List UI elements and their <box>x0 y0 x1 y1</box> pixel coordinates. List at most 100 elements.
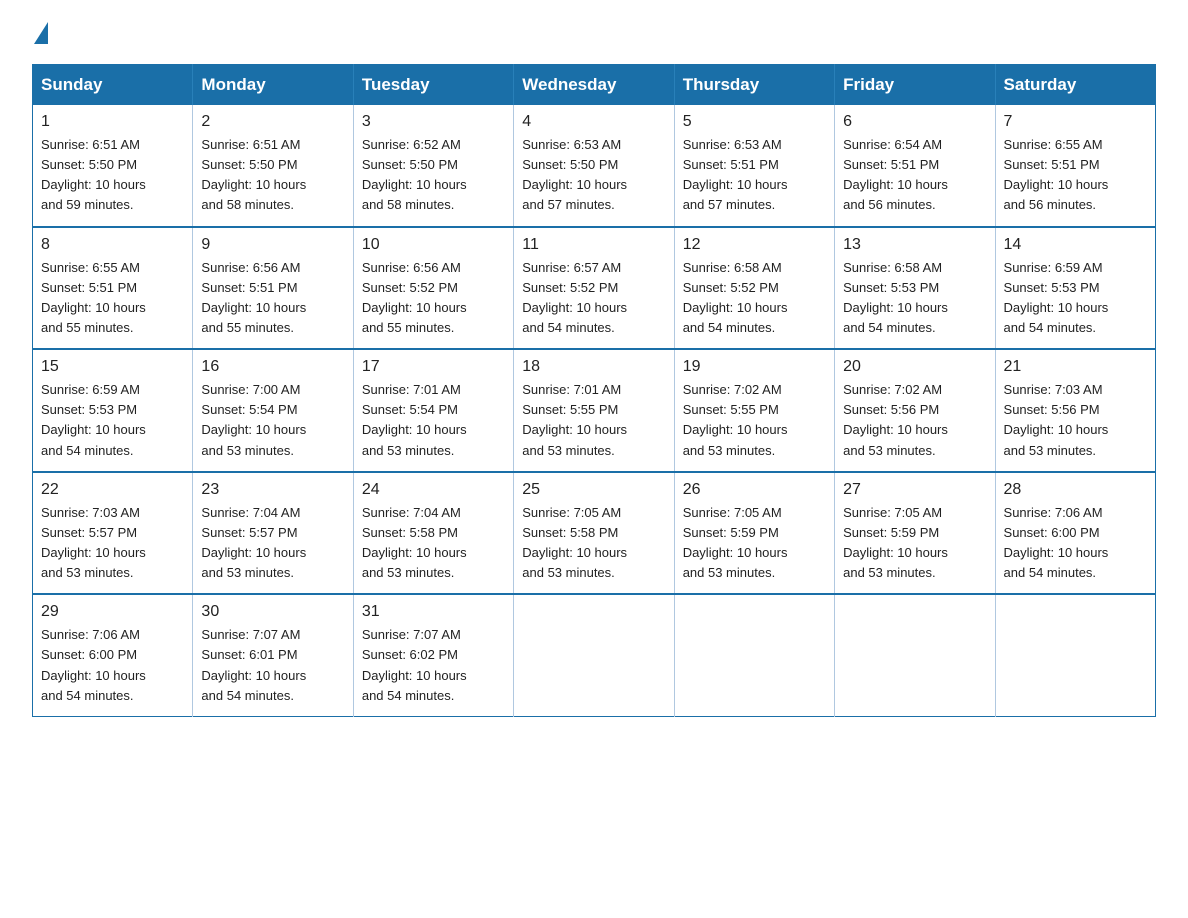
col-header-monday: Monday <box>193 65 353 106</box>
day-number: 23 <box>201 481 344 499</box>
day-info: Sunrise: 6:59 AMSunset: 5:53 PMDaylight:… <box>41 382 146 457</box>
logo-triangle-icon <box>34 22 48 44</box>
calendar-day-cell: 28 Sunrise: 7:06 AMSunset: 6:00 PMDaylig… <box>995 472 1155 595</box>
calendar-day-cell: 12 Sunrise: 6:58 AMSunset: 5:52 PMDaylig… <box>674 227 834 350</box>
day-number: 8 <box>41 236 184 254</box>
calendar-day-cell: 18 Sunrise: 7:01 AMSunset: 5:55 PMDaylig… <box>514 349 674 472</box>
col-header-thursday: Thursday <box>674 65 834 106</box>
calendar-week-row: 1 Sunrise: 6:51 AMSunset: 5:50 PMDayligh… <box>33 105 1156 227</box>
calendar-day-cell: 9 Sunrise: 6:56 AMSunset: 5:51 PMDayligh… <box>193 227 353 350</box>
day-info: Sunrise: 7:01 AMSunset: 5:55 PMDaylight:… <box>522 382 627 457</box>
day-info: Sunrise: 7:04 AMSunset: 5:58 PMDaylight:… <box>362 505 467 580</box>
calendar-day-cell: 1 Sunrise: 6:51 AMSunset: 5:50 PMDayligh… <box>33 105 193 227</box>
calendar-day-cell: 17 Sunrise: 7:01 AMSunset: 5:54 PMDaylig… <box>353 349 513 472</box>
day-info: Sunrise: 6:56 AMSunset: 5:51 PMDaylight:… <box>201 260 306 335</box>
calendar-day-cell: 8 Sunrise: 6:55 AMSunset: 5:51 PMDayligh… <box>33 227 193 350</box>
day-info: Sunrise: 6:57 AMSunset: 5:52 PMDaylight:… <box>522 260 627 335</box>
calendar-day-cell: 3 Sunrise: 6:52 AMSunset: 5:50 PMDayligh… <box>353 105 513 227</box>
day-number: 17 <box>362 358 505 376</box>
day-number: 6 <box>843 113 986 131</box>
calendar-week-row: 22 Sunrise: 7:03 AMSunset: 5:57 PMDaylig… <box>33 472 1156 595</box>
day-number: 22 <box>41 481 184 499</box>
calendar-day-cell: 25 Sunrise: 7:05 AMSunset: 5:58 PMDaylig… <box>514 472 674 595</box>
calendar-day-cell: 24 Sunrise: 7:04 AMSunset: 5:58 PMDaylig… <box>353 472 513 595</box>
calendar-day-cell: 13 Sunrise: 6:58 AMSunset: 5:53 PMDaylig… <box>835 227 995 350</box>
page-header <box>32 24 1156 46</box>
day-number: 11 <box>522 236 665 254</box>
day-number: 18 <box>522 358 665 376</box>
calendar-day-cell: 29 Sunrise: 7:06 AMSunset: 6:00 PMDaylig… <box>33 594 193 716</box>
calendar-day-cell: 23 Sunrise: 7:04 AMSunset: 5:57 PMDaylig… <box>193 472 353 595</box>
calendar-day-cell: 2 Sunrise: 6:51 AMSunset: 5:50 PMDayligh… <box>193 105 353 227</box>
day-number: 26 <box>683 481 826 499</box>
day-number: 28 <box>1004 481 1147 499</box>
day-number: 14 <box>1004 236 1147 254</box>
day-number: 27 <box>843 481 986 499</box>
day-info: Sunrise: 7:05 AMSunset: 5:59 PMDaylight:… <box>683 505 788 580</box>
day-info: Sunrise: 6:51 AMSunset: 5:50 PMDaylight:… <box>201 137 306 212</box>
day-info: Sunrise: 7:02 AMSunset: 5:56 PMDaylight:… <box>843 382 948 457</box>
calendar-day-cell: 4 Sunrise: 6:53 AMSunset: 5:50 PMDayligh… <box>514 105 674 227</box>
day-number: 10 <box>362 236 505 254</box>
day-info: Sunrise: 6:55 AMSunset: 5:51 PMDaylight:… <box>41 260 146 335</box>
day-info: Sunrise: 7:03 AMSunset: 5:56 PMDaylight:… <box>1004 382 1109 457</box>
calendar-week-row: 15 Sunrise: 6:59 AMSunset: 5:53 PMDaylig… <box>33 349 1156 472</box>
calendar-day-cell <box>514 594 674 716</box>
day-number: 31 <box>362 603 505 621</box>
day-number: 2 <box>201 113 344 131</box>
calendar-week-row: 8 Sunrise: 6:55 AMSunset: 5:51 PMDayligh… <box>33 227 1156 350</box>
calendar-day-cell: 10 Sunrise: 6:56 AMSunset: 5:52 PMDaylig… <box>353 227 513 350</box>
day-number: 4 <box>522 113 665 131</box>
calendar-day-cell: 6 Sunrise: 6:54 AMSunset: 5:51 PMDayligh… <box>835 105 995 227</box>
day-number: 7 <box>1004 113 1147 131</box>
calendar-header-row: SundayMondayTuesdayWednesdayThursdayFrid… <box>33 65 1156 106</box>
day-info: Sunrise: 6:51 AMSunset: 5:50 PMDaylight:… <box>41 137 146 212</box>
calendar-day-cell <box>674 594 834 716</box>
day-info: Sunrise: 6:59 AMSunset: 5:53 PMDaylight:… <box>1004 260 1109 335</box>
logo <box>32 24 50 46</box>
calendar-week-row: 29 Sunrise: 7:06 AMSunset: 6:00 PMDaylig… <box>33 594 1156 716</box>
day-info: Sunrise: 7:05 AMSunset: 5:58 PMDaylight:… <box>522 505 627 580</box>
day-info: Sunrise: 7:05 AMSunset: 5:59 PMDaylight:… <box>843 505 948 580</box>
day-number: 25 <box>522 481 665 499</box>
day-number: 24 <box>362 481 505 499</box>
calendar-day-cell: 21 Sunrise: 7:03 AMSunset: 5:56 PMDaylig… <box>995 349 1155 472</box>
day-number: 12 <box>683 236 826 254</box>
calendar-day-cell: 22 Sunrise: 7:03 AMSunset: 5:57 PMDaylig… <box>33 472 193 595</box>
day-number: 5 <box>683 113 826 131</box>
day-info: Sunrise: 7:02 AMSunset: 5:55 PMDaylight:… <box>683 382 788 457</box>
day-number: 19 <box>683 358 826 376</box>
day-number: 3 <box>362 113 505 131</box>
calendar-day-cell: 7 Sunrise: 6:55 AMSunset: 5:51 PMDayligh… <box>995 105 1155 227</box>
day-info: Sunrise: 7:00 AMSunset: 5:54 PMDaylight:… <box>201 382 306 457</box>
day-number: 15 <box>41 358 184 376</box>
day-number: 1 <box>41 113 184 131</box>
day-info: Sunrise: 6:58 AMSunset: 5:52 PMDaylight:… <box>683 260 788 335</box>
day-info: Sunrise: 6:58 AMSunset: 5:53 PMDaylight:… <box>843 260 948 335</box>
col-header-wednesday: Wednesday <box>514 65 674 106</box>
calendar-day-cell: 19 Sunrise: 7:02 AMSunset: 5:55 PMDaylig… <box>674 349 834 472</box>
col-header-sunday: Sunday <box>33 65 193 106</box>
day-number: 13 <box>843 236 986 254</box>
calendar-day-cell: 16 Sunrise: 7:00 AMSunset: 5:54 PMDaylig… <box>193 349 353 472</box>
day-info: Sunrise: 6:53 AMSunset: 5:50 PMDaylight:… <box>522 137 627 212</box>
day-info: Sunrise: 6:52 AMSunset: 5:50 PMDaylight:… <box>362 137 467 212</box>
col-header-saturday: Saturday <box>995 65 1155 106</box>
day-number: 16 <box>201 358 344 376</box>
calendar-day-cell: 30 Sunrise: 7:07 AMSunset: 6:01 PMDaylig… <box>193 594 353 716</box>
calendar-day-cell: 11 Sunrise: 6:57 AMSunset: 5:52 PMDaylig… <box>514 227 674 350</box>
day-info: Sunrise: 7:07 AMSunset: 6:01 PMDaylight:… <box>201 627 306 702</box>
day-number: 30 <box>201 603 344 621</box>
calendar-day-cell: 27 Sunrise: 7:05 AMSunset: 5:59 PMDaylig… <box>835 472 995 595</box>
col-header-friday: Friday <box>835 65 995 106</box>
calendar-day-cell: 31 Sunrise: 7:07 AMSunset: 6:02 PMDaylig… <box>353 594 513 716</box>
day-info: Sunrise: 6:54 AMSunset: 5:51 PMDaylight:… <box>843 137 948 212</box>
day-info: Sunrise: 7:01 AMSunset: 5:54 PMDaylight:… <box>362 382 467 457</box>
day-info: Sunrise: 7:07 AMSunset: 6:02 PMDaylight:… <box>362 627 467 702</box>
col-header-tuesday: Tuesday <box>353 65 513 106</box>
day-number: 29 <box>41 603 184 621</box>
calendar-day-cell: 5 Sunrise: 6:53 AMSunset: 5:51 PMDayligh… <box>674 105 834 227</box>
day-info: Sunrise: 7:04 AMSunset: 5:57 PMDaylight:… <box>201 505 306 580</box>
calendar-day-cell: 14 Sunrise: 6:59 AMSunset: 5:53 PMDaylig… <box>995 227 1155 350</box>
day-info: Sunrise: 7:06 AMSunset: 6:00 PMDaylight:… <box>1004 505 1109 580</box>
